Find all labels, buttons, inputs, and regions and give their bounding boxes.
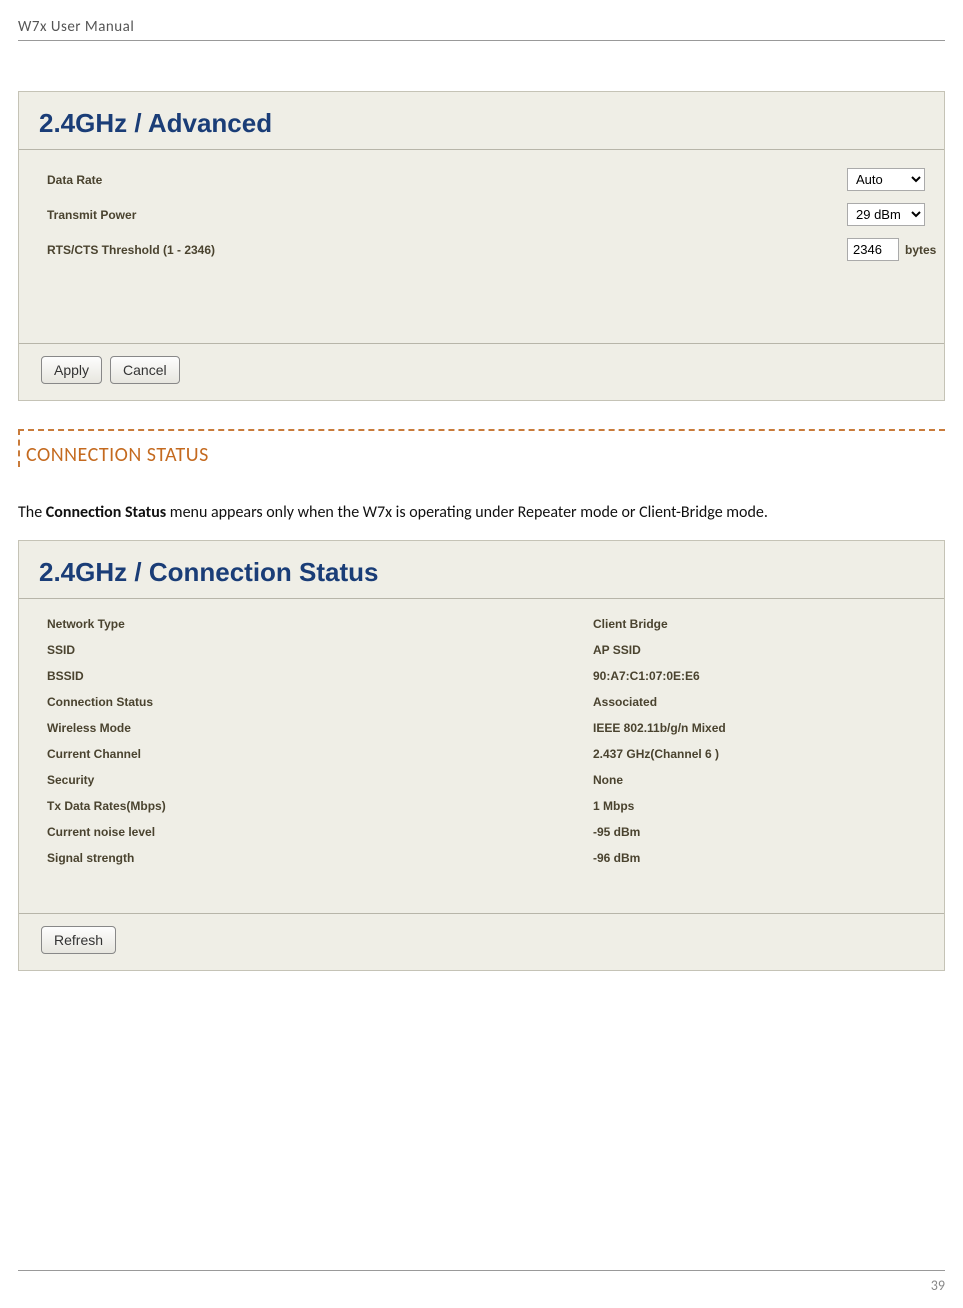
- rtscts-row: RTS/CTS Threshold (1 - 2346) bytes: [47, 232, 916, 267]
- status-value: IEEE 802.11b/g/n Mixed: [593, 721, 726, 735]
- table-row: Security None: [47, 767, 916, 793]
- section-body-text: The Connection Status menu appears only …: [18, 501, 945, 526]
- status-label: Security: [47, 773, 593, 787]
- status-panel-body: Network Type Client Bridge SSID AP SSID …: [19, 599, 944, 913]
- transmit-power-select[interactable]: 29 dBm: [847, 203, 925, 226]
- data-rate-label: Data Rate: [47, 173, 847, 187]
- section-text-prefix: The: [18, 503, 46, 522]
- data-rate-row: Data Rate Auto: [47, 162, 916, 197]
- status-label: Wireless Mode: [47, 721, 593, 735]
- status-label: Tx Data Rates(Mbps): [47, 799, 593, 813]
- status-value: 1 Mbps: [593, 799, 634, 813]
- status-panel-footer: Refresh: [19, 913, 944, 970]
- advanced-panel: 2.4GHz / Advanced Data Rate Auto Transmi…: [18, 91, 945, 401]
- status-label: Signal strength: [47, 851, 593, 865]
- status-label: Current Channel: [47, 747, 593, 761]
- status-value: Client Bridge: [593, 617, 668, 631]
- table-row: Current Channel 2.437 GHz(Channel 6 ): [47, 741, 916, 767]
- refresh-button[interactable]: Refresh: [41, 926, 116, 954]
- page-footer: 39: [18, 1270, 945, 1294]
- page-number: 39: [18, 1277, 945, 1294]
- table-row: Tx Data Rates(Mbps) 1 Mbps: [47, 793, 916, 819]
- section-heading-connection-status: CONNECTION STATUS: [18, 429, 945, 467]
- advanced-panel-body: Data Rate Auto Transmit Power 29 dBm RTS…: [19, 150, 944, 343]
- table-row: Current noise level -95 dBm: [47, 819, 916, 845]
- rtscts-input[interactable]: [847, 238, 899, 261]
- table-row: Signal strength -96 dBm: [47, 845, 916, 871]
- status-label: Current noise level: [47, 825, 593, 839]
- table-row: Network Type Client Bridge: [47, 611, 916, 637]
- doc-header: W7x User Manual: [18, 18, 945, 36]
- transmit-power-row: Transmit Power 29 dBm: [47, 197, 916, 232]
- cancel-button[interactable]: Cancel: [110, 356, 180, 384]
- data-rate-select[interactable]: Auto: [847, 168, 925, 191]
- table-row: BSSID 90:A7:C1:07:0E:E6: [47, 663, 916, 689]
- status-label: BSSID: [47, 669, 593, 683]
- transmit-power-label: Transmit Power: [47, 208, 847, 222]
- status-value: -96 dBm: [593, 851, 640, 865]
- status-label: Connection Status: [47, 695, 593, 709]
- status-value: AP SSID: [593, 643, 641, 657]
- apply-button[interactable]: Apply: [41, 356, 102, 384]
- status-value: 2.437 GHz(Channel 6 ): [593, 747, 719, 761]
- status-value: None: [593, 773, 623, 787]
- footer-rule: [18, 1270, 945, 1271]
- status-value: Associated: [593, 695, 657, 709]
- advanced-panel-footer: Apply Cancel: [19, 343, 944, 400]
- section-text-suffix: menu appears only when the W7x is operat…: [166, 503, 768, 522]
- status-label: SSID: [47, 643, 593, 657]
- status-value: -95 dBm: [593, 825, 640, 839]
- header-rule: [18, 40, 945, 41]
- table-row: Wireless Mode IEEE 802.11b/g/n Mixed: [47, 715, 916, 741]
- status-value: 90:A7:C1:07:0E:E6: [593, 669, 700, 683]
- table-row: SSID AP SSID: [47, 637, 916, 663]
- table-row: Connection Status Associated: [47, 689, 916, 715]
- section-text-bold: Connection Status: [46, 503, 166, 522]
- rtscts-label: RTS/CTS Threshold (1 - 2346): [47, 243, 847, 257]
- advanced-panel-title: 2.4GHz / Advanced: [19, 102, 944, 150]
- status-panel-title: 2.4GHz / Connection Status: [19, 551, 944, 599]
- rtscts-unit: bytes: [905, 243, 936, 257]
- status-panel: 2.4GHz / Connection Status Network Type …: [18, 540, 945, 971]
- status-label: Network Type: [47, 617, 593, 631]
